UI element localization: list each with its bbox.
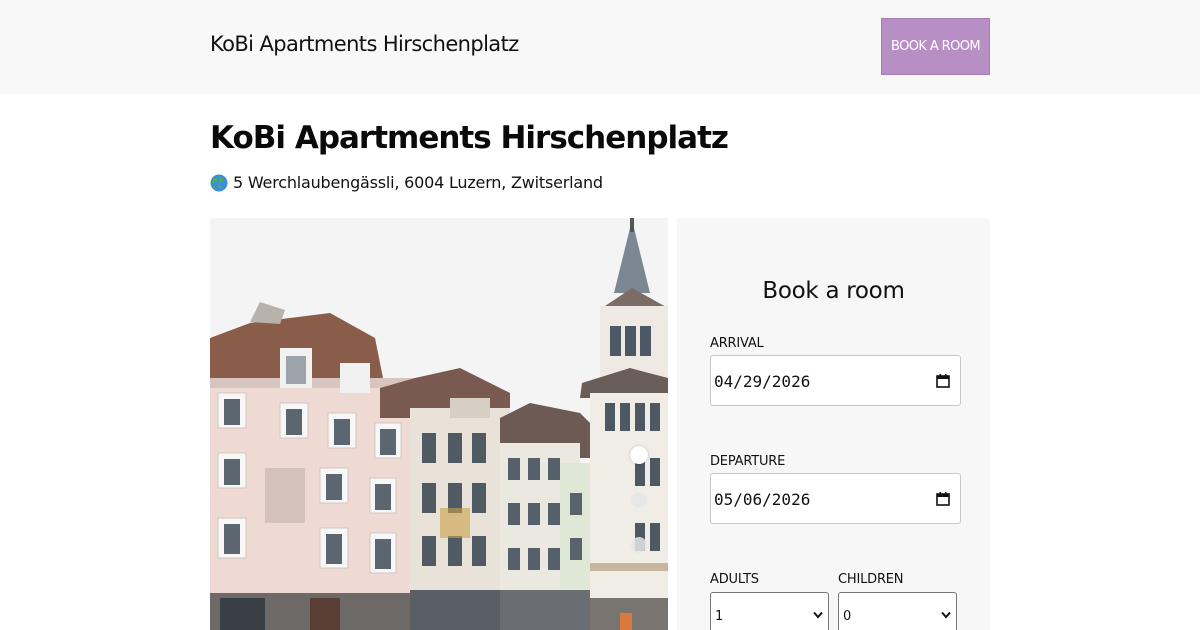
globe-icon xyxy=(210,174,228,191)
calendar-icon[interactable] xyxy=(936,374,950,388)
arrival-date-value: 04/29/2026 xyxy=(714,372,811,391)
departure-date-input[interactable]: 05/06/2026 xyxy=(710,473,961,524)
adults-label: ADULTS xyxy=(710,572,759,587)
chevron-down-icon xyxy=(813,611,823,619)
hotel-address: 5 Werchlaubengässli, 6004 Luzern, Zwitse… xyxy=(210,173,603,192)
arrival-date-input[interactable]: 04/29/2026 xyxy=(710,355,961,406)
booking-panel: Book a room ARRIVAL 04/29/2026 DEPARTURE… xyxy=(677,218,990,630)
booking-title: Book a room xyxy=(762,278,905,304)
book-room-button[interactable]: BOOK A ROOM xyxy=(881,18,990,75)
children-value: 0 xyxy=(843,609,852,624)
page-title: KoBi Apartments Hirschenplatz xyxy=(210,120,729,156)
adults-value: 1 xyxy=(715,609,724,624)
chevron-down-icon xyxy=(941,611,951,619)
arrival-label: ARRIVAL xyxy=(710,336,764,351)
departure-date-value: 05/06/2026 xyxy=(714,490,811,509)
children-select[interactable]: 0 xyxy=(838,592,957,630)
carousel-dot-1[interactable] xyxy=(630,446,648,464)
calendar-icon[interactable] xyxy=(936,492,950,506)
top-bar: KoBi Apartments Hirschenplatz BOOK A ROO… xyxy=(0,0,1200,94)
departure-label: DEPARTURE xyxy=(710,454,786,469)
brand-name[interactable]: KoBi Apartments Hirschenplatz xyxy=(210,32,519,56)
children-label: CHILDREN xyxy=(838,572,904,587)
carousel-dot-3[interactable] xyxy=(631,537,647,553)
adults-select[interactable]: 1 xyxy=(710,592,829,630)
address-text: 5 Werchlaubengässli, 6004 Luzern, Zwitse… xyxy=(233,173,603,192)
hotel-photo-carousel[interactable] xyxy=(210,218,668,630)
carousel-dot-2[interactable] xyxy=(631,492,647,508)
hotel-building-photo xyxy=(210,218,668,630)
